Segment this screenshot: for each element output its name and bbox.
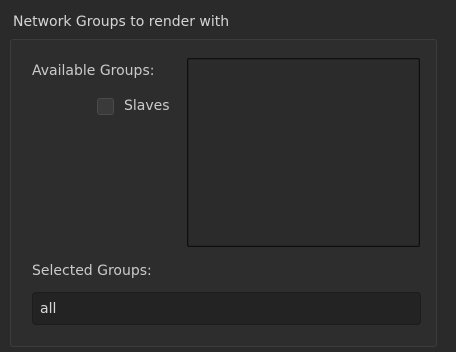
- panel-title: Network Groups to render with: [13, 14, 230, 30]
- selected-groups-field[interactable]: [32, 292, 421, 325]
- available-groups-label: Available Groups:: [32, 63, 155, 79]
- available-groups-list[interactable]: [187, 58, 420, 247]
- slaves-checkbox[interactable]: Slaves: [97, 96, 170, 116]
- slaves-checkbox-label: Slaves: [124, 98, 170, 114]
- checkbox-box[interactable]: [97, 97, 114, 115]
- selected-groups-label: Selected Groups:: [32, 263, 152, 279]
